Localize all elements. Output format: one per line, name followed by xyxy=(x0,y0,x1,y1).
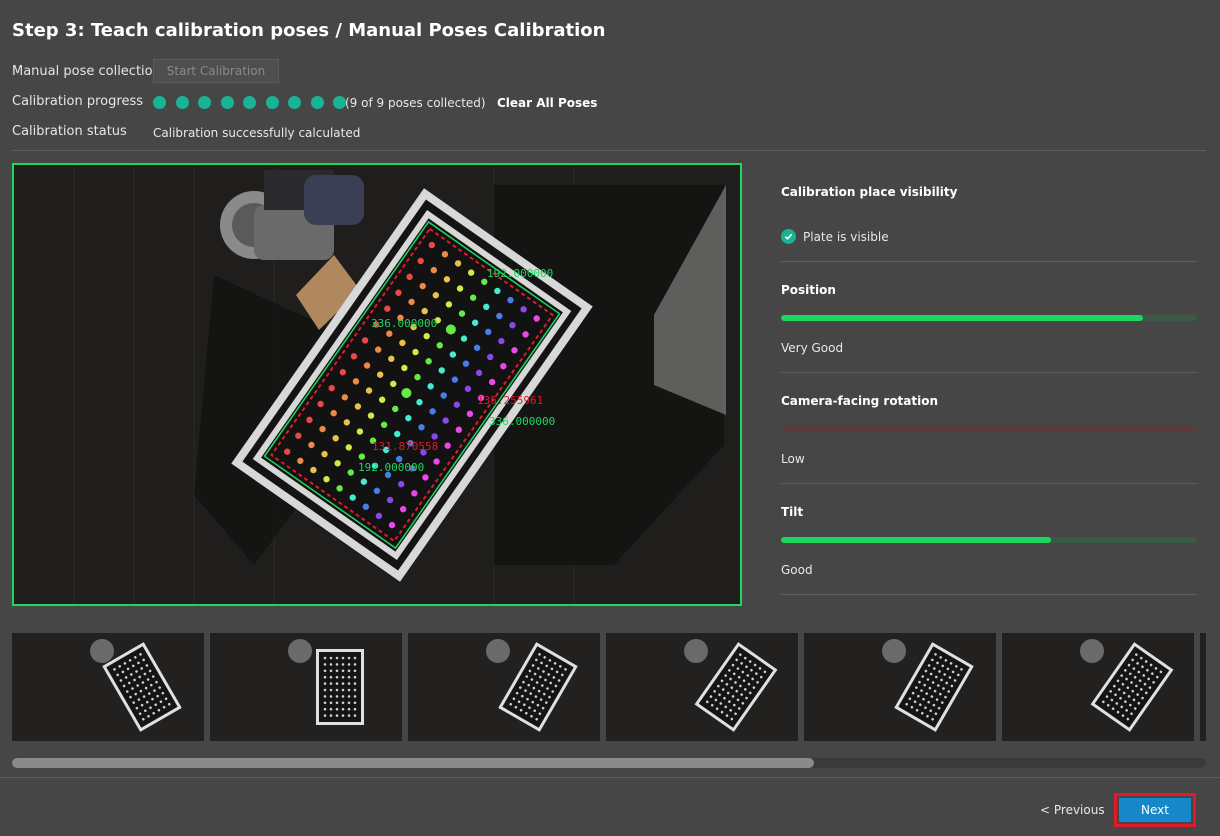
progress-dot xyxy=(243,96,256,109)
pose-thumbnail[interactable] xyxy=(210,633,402,741)
divider xyxy=(781,261,1197,262)
calibration-progress-label: Calibration progress xyxy=(12,94,143,109)
visibility-heading: Calibration place visibility xyxy=(781,185,958,199)
position-bar xyxy=(781,315,1197,321)
pose-thumbnail[interactable] xyxy=(12,633,204,741)
overlay-label: 192.000000 xyxy=(358,461,424,474)
calibration-status-label: Calibration status xyxy=(12,124,127,139)
poses-count: (9 of 9 poses collected) xyxy=(345,96,486,110)
overlay-label: 192.000000 xyxy=(487,267,553,280)
tilt-bar-fill xyxy=(781,537,1052,543)
progress-dot xyxy=(265,96,279,109)
position-heading: Position xyxy=(781,283,836,297)
progress-dot xyxy=(220,96,234,109)
clear-all-poses-link[interactable]: Clear All Poses xyxy=(497,96,597,110)
pose-thumbnail[interactable] xyxy=(804,633,996,741)
next-button[interactable]: Next xyxy=(1119,798,1191,822)
calibration-status-value: Calibration successfully calculated xyxy=(153,126,361,140)
tilt-bar xyxy=(781,537,1197,543)
pose-thumbnails xyxy=(12,633,1206,741)
rotation-value: Low xyxy=(781,452,805,466)
tilt-heading: Tilt xyxy=(781,505,804,519)
manual-pose-collection-label: Manual pose collection xyxy=(12,64,161,79)
divider xyxy=(781,594,1197,595)
progress-dot xyxy=(310,96,324,109)
overlay-label: 336.000000 xyxy=(371,317,437,330)
progress-dot xyxy=(175,96,189,109)
divider xyxy=(0,777,1220,778)
previous-button[interactable]: < Previous xyxy=(1040,803,1105,817)
overlay-label: 336.000000 xyxy=(489,415,555,428)
overlay-label: 135.255961 xyxy=(477,394,543,407)
rotation-bar xyxy=(781,426,1197,432)
page-title: Step 3: Teach calibration poses / Manual… xyxy=(12,20,606,41)
pose-thumbnail[interactable] xyxy=(606,633,798,741)
divider xyxy=(781,483,1197,484)
pose-thumbnail[interactable] xyxy=(1002,633,1194,741)
check-circle-icon xyxy=(781,229,796,244)
progress-dot xyxy=(198,96,211,109)
divider xyxy=(781,372,1197,373)
divider xyxy=(12,150,1206,151)
rotation-heading: Camera-facing rotation xyxy=(781,394,939,408)
next-button-highlight: Next xyxy=(1114,793,1196,827)
thumbnail-scrollbar[interactable] xyxy=(12,758,1206,768)
progress-dot xyxy=(288,96,301,109)
pose-thumbnail[interactable] xyxy=(408,633,600,741)
tilt-value: Good xyxy=(781,563,813,577)
pose-thumbnail[interactable] xyxy=(1200,633,1206,741)
position-bar-fill xyxy=(781,315,1143,321)
start-calibration-button[interactable]: Start Calibration xyxy=(153,59,279,83)
visibility-value: Plate is visible xyxy=(803,230,889,244)
camera-view: 192.000000 336.000000 336.000000 135.255… xyxy=(12,163,742,606)
progress-dot xyxy=(153,96,166,109)
position-value: Very Good xyxy=(781,341,844,355)
overlay-label: 131.870558 xyxy=(372,440,438,453)
progress-dots xyxy=(153,96,346,109)
scrollbar-thumb[interactable] xyxy=(12,758,814,768)
